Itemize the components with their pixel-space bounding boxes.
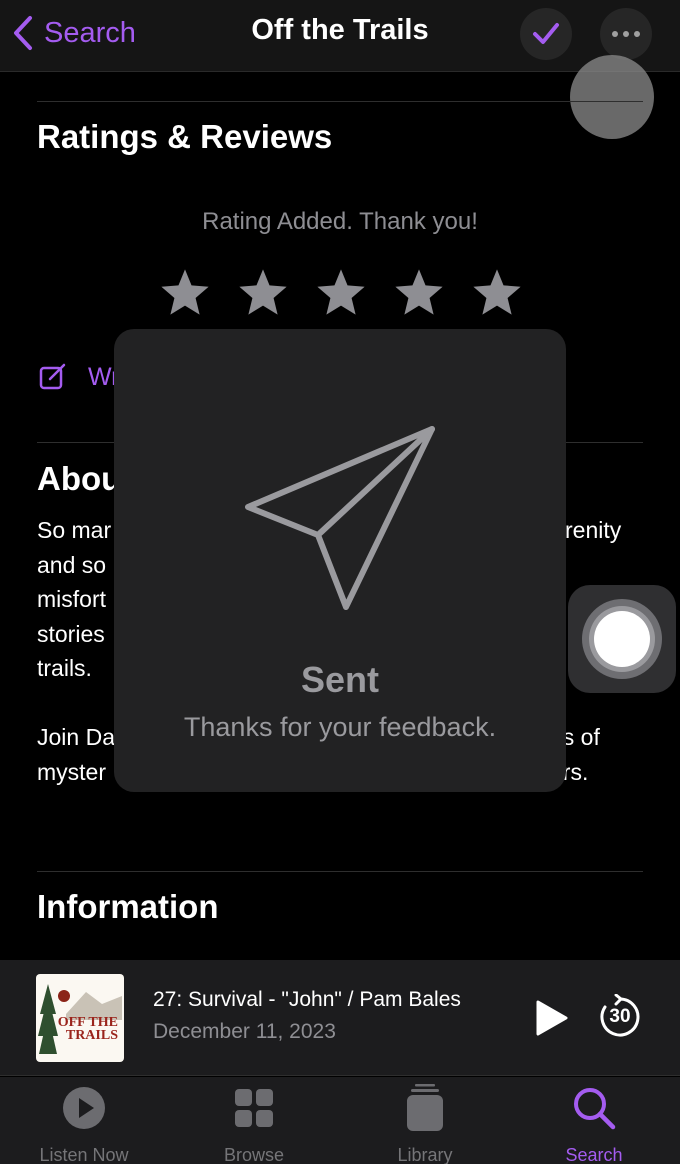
- tab-bar: Listen Now Browse Library Search: [0, 1077, 680, 1164]
- assistive-touch-ring-inner: [589, 606, 655, 672]
- tab-label: Search: [565, 1145, 623, 1164]
- grid-icon: [235, 1089, 273, 1127]
- star-icon[interactable]: [158, 266, 212, 320]
- assistive-touch-core: [594, 611, 650, 667]
- tab-library[interactable]: Library: [355, 1083, 495, 1164]
- subscribed-check-button[interactable]: [520, 8, 572, 60]
- assistive-touch-button[interactable]: [568, 585, 676, 693]
- star-icon[interactable]: [470, 266, 524, 320]
- navigation-bar: Search Off the Trails: [0, 0, 680, 72]
- page-title: Off the Trails: [251, 14, 429, 46]
- toast-subtitle: Thanks for your feedback.: [183, 712, 497, 742]
- assistive-touch-ring: [582, 599, 662, 679]
- skip-forward-button[interactable]: 30: [598, 994, 642, 1038]
- tab-listen-now[interactable]: Listen Now: [14, 1083, 154, 1164]
- touch-indicator: [570, 55, 654, 139]
- episode-artwork[interactable]: OFF THE TRAILS: [36, 974, 124, 1062]
- star-icon[interactable]: [314, 266, 368, 320]
- episode-date: December 11, 2023: [153, 1020, 336, 1043]
- compose-icon: [39, 363, 66, 390]
- play-circle-icon: [63, 1087, 105, 1129]
- skip-seconds-label: 30: [609, 1006, 631, 1027]
- about-heading: Abou: [37, 460, 122, 497]
- divider: [37, 871, 643, 872]
- mini-player[interactable]: OFF THE TRAILS 27: Survival - "John" / P…: [0, 960, 680, 1076]
- about-description-right: renity: [565, 513, 665, 548]
- tab-label: Library: [397, 1145, 453, 1164]
- star-icon[interactable]: [392, 266, 446, 320]
- toast-title: Sent: [300, 659, 379, 700]
- ratings-heading: Ratings & Reviews: [37, 118, 333, 155]
- star-icon[interactable]: [236, 266, 290, 320]
- tab-browse[interactable]: Browse: [184, 1083, 324, 1164]
- divider: [37, 101, 643, 102]
- information-heading: Information: [37, 888, 219, 925]
- more-options-button[interactable]: [600, 8, 652, 60]
- library-icon: [407, 1084, 443, 1131]
- artwork-title: OFF THE TRAILS: [57, 1015, 118, 1043]
- checkmark-icon: [533, 23, 559, 44]
- episode-title: 27: Survival - "John" / Pam Bales: [153, 988, 461, 1011]
- tab-label: Browse: [223, 1145, 285, 1164]
- sun-logo: [58, 990, 70, 1002]
- paper-plane-icon: [245, 426, 435, 610]
- play-icon[interactable]: [535, 1000, 569, 1036]
- write-review-button[interactable]: Wr: [38, 362, 119, 392]
- star-rating[interactable]: [158, 266, 524, 320]
- search-icon: [574, 1088, 616, 1130]
- tab-search[interactable]: Search: [524, 1083, 664, 1164]
- rating-status-message: Rating Added. Thank you!: [202, 208, 478, 235]
- ellipsis-icon: [612, 31, 640, 37]
- feedback-sent-toast: Sent Thanks for your feedback.: [114, 329, 566, 792]
- tab-label: Listen Now: [39, 1145, 129, 1164]
- about-line-fragment: renity: [565, 517, 622, 543]
